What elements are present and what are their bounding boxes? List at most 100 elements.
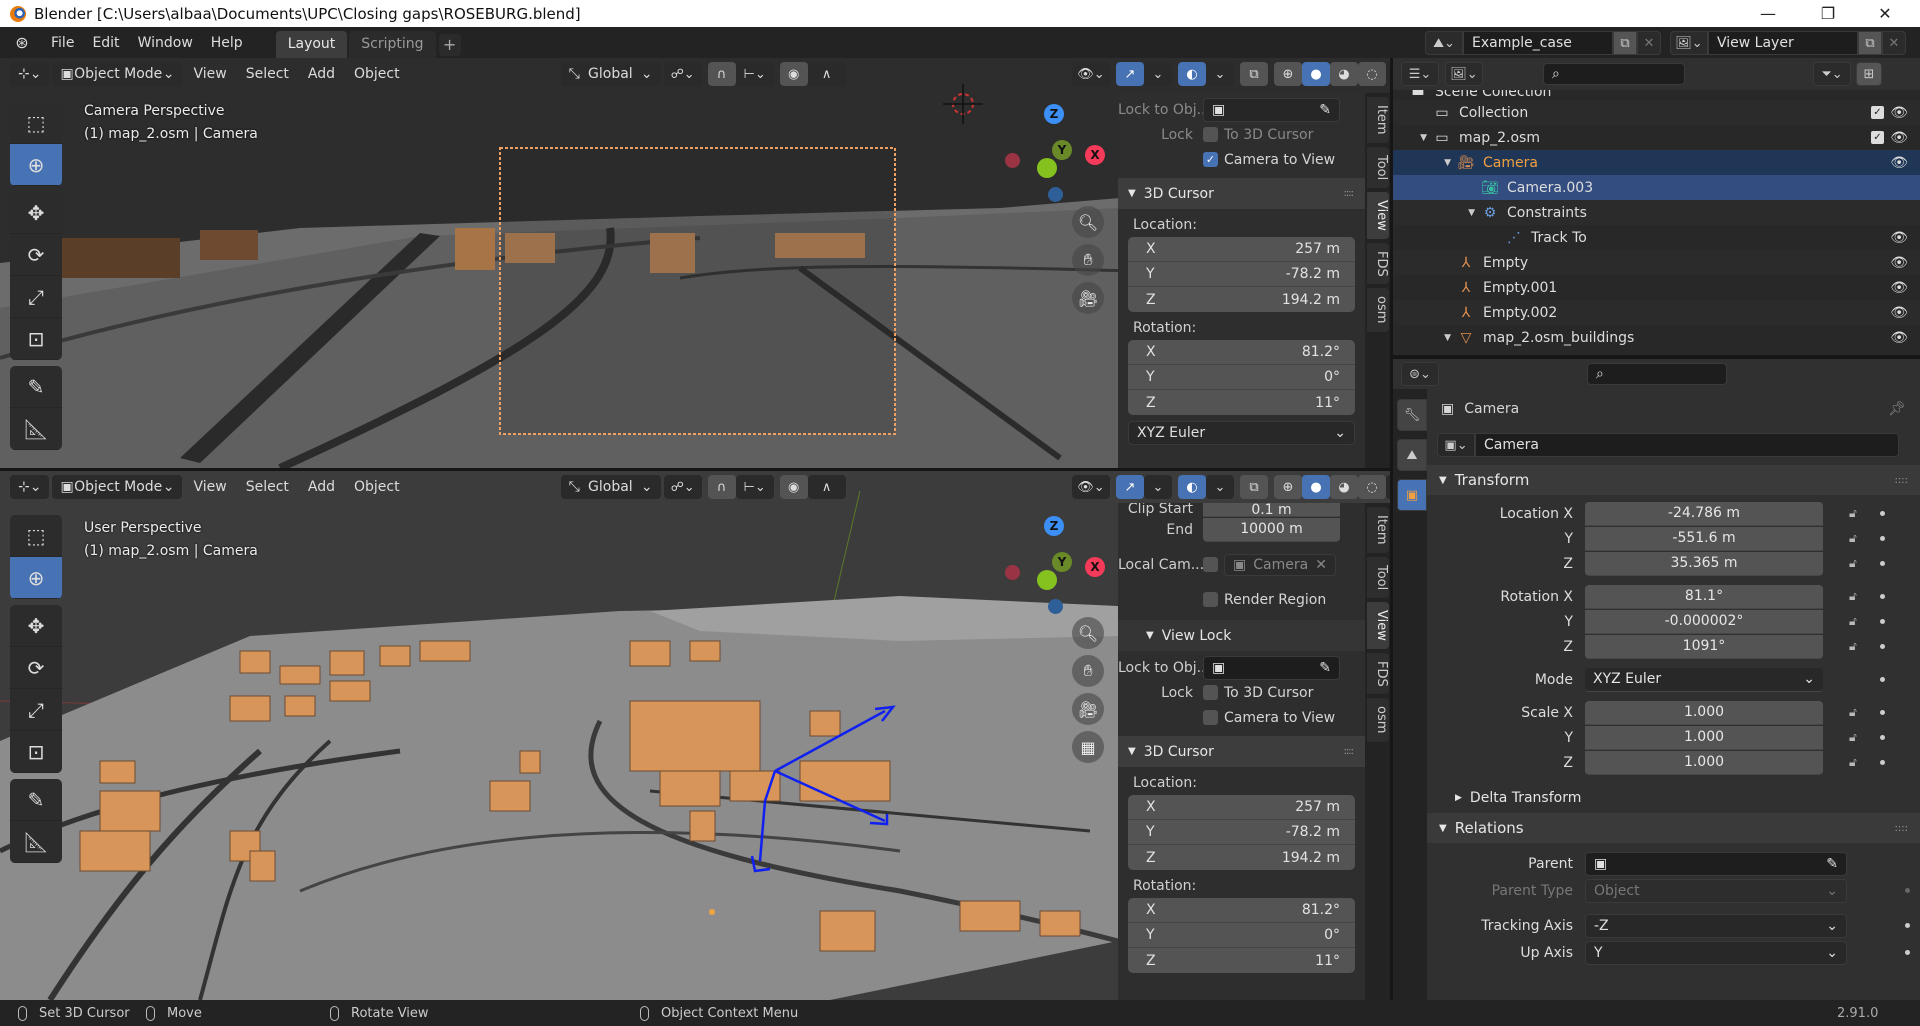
camera-to-view-checkbox[interactable]: ✓ xyxy=(1203,152,1218,167)
sidebar-tab-fds[interactable]: FDS xyxy=(1367,652,1389,695)
xray-toggle-icon[interactable]: ⧉ xyxy=(1240,475,1268,499)
keyframe-dot[interactable] xyxy=(1880,710,1885,715)
eye-icon[interactable]: 👁︎ xyxy=(1890,330,1908,346)
keyframe-dot[interactable] xyxy=(1880,536,1885,541)
lock-icon[interactable]: 🔓︎ xyxy=(1849,614,1857,629)
minimize-button[interactable]: — xyxy=(1745,0,1791,27)
outliner-item[interactable]: ▭ Collection ✓ 👁︎ xyxy=(1393,100,1920,125)
delete-scene-icon[interactable]: ✕ xyxy=(1637,31,1661,55)
rotation-mode-dropdown[interactable]: XYZ Euler ⌄ xyxy=(1128,421,1355,445)
outliner-item[interactable]: ▬ Scene Collection xyxy=(1393,90,1920,100)
gizmo-neg-x[interactable] xyxy=(1005,565,1020,580)
to-3d-cursor-checkbox[interactable] xyxy=(1203,127,1218,142)
eye-icon[interactable]: 👁︎ xyxy=(1890,130,1908,146)
eye-icon[interactable]: 👁︎ xyxy=(1890,280,1908,296)
proportional-edit-icon[interactable]: ◉ xyxy=(779,475,808,499)
location-x-field[interactable]: -24.786 m xyxy=(1585,501,1823,526)
location-y-field[interactable]: -551.6 m xyxy=(1585,526,1823,551)
menu-view[interactable]: View xyxy=(185,475,234,499)
transform-tool[interactable]: ⊡ xyxy=(10,318,62,360)
lock-to-object-field[interactable]: ▣ ✎ xyxy=(1203,655,1340,680)
view-layer-field[interactable]: View Layer xyxy=(1708,31,1858,55)
cursor-rotation-y[interactable]: Y 0° xyxy=(1128,923,1355,948)
lock-icon[interactable]: 🔓︎ xyxy=(1849,705,1857,720)
pan-view-icon[interactable]: ✋︎ xyxy=(1072,244,1104,276)
outliner-item[interactable]: ▼ 🎥︎ Camera 👁︎ xyxy=(1393,150,1920,175)
rendered-shading-icon[interactable]: ◌ xyxy=(1358,475,1386,499)
menu-edit[interactable]: Edit xyxy=(83,31,128,55)
cursor-location-z[interactable]: Z 194.2 m xyxy=(1128,287,1355,312)
menu-add[interactable]: Add xyxy=(300,475,343,499)
sidebar-tab-osm[interactable]: osm xyxy=(1367,288,1389,332)
cursor-rotation-z[interactable]: Z 11° xyxy=(1128,948,1355,973)
falloff-icon[interactable]: ∧ xyxy=(807,62,846,86)
rotation-mode-dropdown[interactable]: XYZ Euler ⌄ xyxy=(1585,667,1823,692)
eyedropper-icon[interactable]: ✎ xyxy=(1319,102,1331,118)
outliner-item[interactable]: 📷︎ Camera.003 xyxy=(1393,175,1920,200)
sidebar-tab-item[interactable]: Item xyxy=(1367,507,1389,553)
gizmo-x-axis[interactable]: X xyxy=(1085,557,1105,577)
3d-cursor-section[interactable]: ▼ 3D Cursor:::: xyxy=(1118,178,1365,209)
cursor-rotation-z[interactable]: Z 11° xyxy=(1128,390,1355,415)
lock-icon[interactable]: 🔓︎ xyxy=(1849,531,1857,546)
snap-target-icon[interactable]: ⊢⌄ xyxy=(735,62,774,86)
duplicate-view-layer-icon[interactable]: ⧉ xyxy=(1858,31,1882,55)
overlay-toggle-icon[interactable]: ◐ xyxy=(1178,475,1206,499)
cursor-location-x[interactable]: X 257 m xyxy=(1128,237,1355,262)
gizmo-x-axis[interactable]: X xyxy=(1085,145,1105,165)
move-tool[interactable]: ✥ xyxy=(10,192,62,234)
pivot-point-icon[interactable]: ☍⌄ xyxy=(663,475,702,499)
eye-icon[interactable]: 👁︎ xyxy=(1890,155,1908,171)
expand-toggle-icon[interactable]: ▼ xyxy=(1393,133,1433,143)
keyframe-dot[interactable] xyxy=(1880,760,1885,765)
select-box-tool[interactable]: ⬚ xyxy=(10,515,62,557)
object-type-icon[interactable]: ▣⌄ xyxy=(1437,433,1475,457)
camera-view-icon[interactable]: 🎥︎ xyxy=(1072,282,1104,314)
gizmo-dropdown-icon[interactable]: ⌄ xyxy=(1144,62,1172,86)
gizmo-neg-z[interactable] xyxy=(1048,187,1063,202)
editor-type-button[interactable]: ⊹⌄ xyxy=(10,62,50,86)
expand-toggle-icon[interactable]: ▼ xyxy=(1393,208,1481,218)
xray-toggle-icon[interactable]: ⧉ xyxy=(1240,62,1268,86)
cursor-location-y[interactable]: Y -78.2 m xyxy=(1128,262,1355,287)
transform-section[interactable]: ▼ Transform:::: xyxy=(1427,465,1920,495)
properties-editor-type-icon[interactable]: ⊜⌄ xyxy=(1401,362,1439,386)
outliner-item[interactable]: ▼ ▽ map_2.osm_buildings 👁︎ xyxy=(1393,325,1920,350)
shading-dropdown-icon[interactable]: ⌄ xyxy=(1386,475,1390,499)
tracking-axis-dropdown[interactable]: -Z ⌄ xyxy=(1585,913,1847,938)
scene-name-field[interactable]: Example_case xyxy=(1463,31,1613,55)
gizmo-y-axis[interactable]: Y xyxy=(1052,552,1072,572)
keyframe-dot[interactable] xyxy=(1880,561,1885,566)
orientation-dropdown[interactable]: ⤡ Global ⌄ xyxy=(560,62,661,86)
measure-tool[interactable]: 📐︎ xyxy=(10,408,62,450)
outliner-item[interactable]: ⅄ Empty.001 👁︎ xyxy=(1393,275,1920,300)
outliner-item[interactable]: ▼ ▭ map_2.osm ✓ 👁︎ xyxy=(1393,125,1920,150)
cursor-location-z[interactable]: Z 194.2 m xyxy=(1128,845,1355,870)
wireframe-shading-icon[interactable]: ⊕ xyxy=(1274,475,1302,499)
rotation-y-field[interactable]: -0.000002° xyxy=(1585,609,1823,634)
move-tool[interactable]: ✥ xyxy=(10,605,62,647)
gizmo-neg-z[interactable] xyxy=(1048,599,1063,614)
keyframe-dot[interactable] xyxy=(1880,644,1885,649)
display-mode-icon[interactable]: 🖼︎⌄ xyxy=(1445,62,1483,86)
gizmo-dropdown-icon[interactable]: ⌄ xyxy=(1144,475,1172,499)
menu-select[interactable]: Select xyxy=(238,62,297,86)
keyframe-dot[interactable] xyxy=(1880,619,1885,624)
camera-to-view-checkbox[interactable] xyxy=(1203,710,1218,725)
outliner-item[interactable]: ▼ ⚙︎ Constraints xyxy=(1393,200,1920,225)
snap-toggle-icon[interactable]: ∩ xyxy=(707,62,736,86)
sidebar-tab-view[interactable]: View xyxy=(1367,191,1389,239)
lock-icon[interactable]: 🔓︎ xyxy=(1849,639,1857,654)
to-3d-cursor-checkbox[interactable] xyxy=(1203,685,1218,700)
view-layer-selector-icon[interactable]: 🖼︎⌄ xyxy=(1670,31,1708,55)
scale-z-field[interactable]: 1.000 xyxy=(1585,750,1823,775)
scale-tool[interactable]: ⤢ xyxy=(10,276,62,318)
proportional-edit-icon[interactable]: ◉ xyxy=(779,62,808,86)
outliner-item[interactable]: ⅄ Empty.002 👁︎ xyxy=(1393,300,1920,325)
lock-icon[interactable]: 🔓︎ xyxy=(1849,556,1857,571)
object-properties-tab-icon[interactable]: ▣ xyxy=(1397,479,1427,511)
location-z-field[interactable]: 35.365 m xyxy=(1585,551,1823,576)
falloff-icon[interactable]: ∧ xyxy=(807,475,846,499)
camera-view-icon[interactable]: 🎥︎ xyxy=(1072,693,1104,725)
close-button[interactable]: ✕ xyxy=(1862,0,1908,27)
